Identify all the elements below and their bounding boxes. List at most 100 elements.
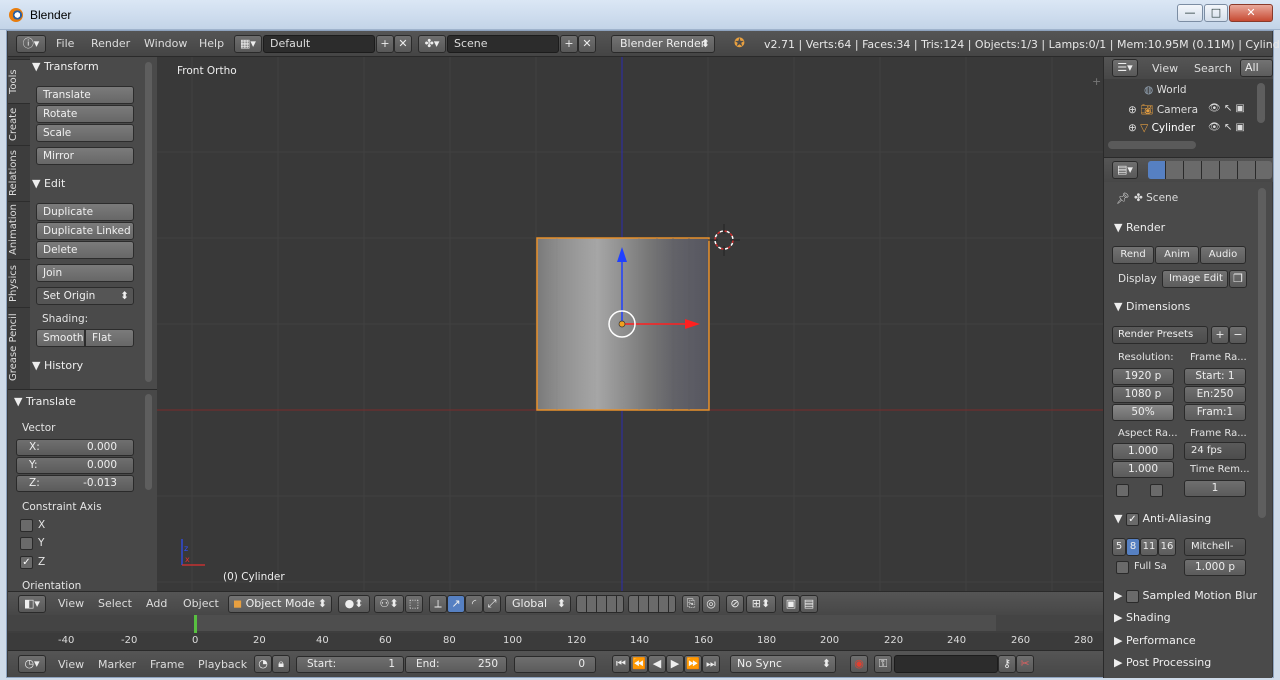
smooth-button[interactable]: Smooth bbox=[36, 329, 85, 347]
minimize-button[interactable]: — bbox=[1177, 4, 1203, 22]
outliner-scrollbar[interactable] bbox=[1257, 83, 1265, 123]
keying-set-icon[interactable]: ⚿ bbox=[874, 655, 892, 673]
motion-blur-checkbox[interactable] bbox=[1125, 589, 1139, 603]
render-opengl-icon[interactable]: ▣ bbox=[782, 595, 800, 613]
orientation-dropdown[interactable]: Global ⬍ bbox=[505, 595, 571, 613]
editor-type-info-icon[interactable]: ⓘ▾ bbox=[16, 35, 46, 53]
anti-aliasing-checkbox[interactable]: ✓ bbox=[1125, 512, 1139, 526]
jump-end-icon[interactable]: ⏭ bbox=[702, 655, 720, 673]
object-mode-dropdown[interactable]: ◼ Object Mode ⬍ bbox=[228, 595, 332, 613]
menu-outliner-view[interactable]: View bbox=[1152, 62, 1178, 75]
tab-create[interactable]: Create bbox=[8, 103, 30, 145]
play-reverse-icon[interactable]: ◀ bbox=[648, 655, 666, 673]
tab-tools[interactable]: Tools bbox=[8, 59, 30, 103]
menu-view[interactable]: View bbox=[58, 597, 84, 610]
vector-x-field[interactable]: X: 0.000 bbox=[16, 439, 134, 456]
remove-preset-icon[interactable]: − bbox=[1229, 326, 1247, 344]
next-keyframe-icon[interactable]: ⏩ bbox=[684, 655, 702, 673]
aspect-x-field[interactable]: 1.000 bbox=[1112, 443, 1174, 460]
tool-shelf-scrollbar[interactable] bbox=[145, 62, 152, 382]
layer-buttons-group-1[interactable] bbox=[576, 595, 624, 613]
aa-samples-5[interactable]: 5 bbox=[1112, 538, 1126, 556]
editor-type-3d-icon[interactable]: ◧▾ bbox=[18, 595, 46, 613]
use-preview-range-icon[interactable]: ◔ bbox=[254, 655, 272, 673]
tab-physics[interactable]: Physics bbox=[8, 259, 30, 307]
delete-button[interactable]: Delete bbox=[36, 241, 134, 259]
timeline[interactable]: -40 -20 0 20 40 60 80 100 120 140 160 18… bbox=[8, 615, 1103, 650]
current-frame-indicator[interactable] bbox=[194, 615, 197, 635]
menu-timeline-view[interactable]: View bbox=[58, 658, 84, 671]
remove-scene-icon[interactable]: ✕ bbox=[578, 35, 596, 53]
duplicate-button[interactable]: Duplicate bbox=[36, 203, 134, 221]
proportional-edit-icon[interactable]: ◎ bbox=[702, 595, 720, 613]
end-frame-field[interactable]: End: 250 bbox=[405, 656, 507, 673]
vector-z-field[interactable]: Z: -0.013 bbox=[16, 475, 134, 492]
menu-window[interactable]: Window bbox=[144, 37, 187, 50]
time-remap-field[interactable]: 1 bbox=[1184, 480, 1246, 497]
pin-icon[interactable]: 📌︎ bbox=[1116, 192, 1130, 205]
current-frame-field[interactable]: 0 bbox=[514, 656, 596, 673]
scene-field[interactable]: Scene bbox=[447, 35, 559, 53]
lock-camera-icon[interactable]: ⎘ bbox=[682, 595, 700, 613]
menu-outliner-search[interactable]: Search bbox=[1194, 62, 1232, 75]
insert-keyframe-icon[interactable]: ⚷ bbox=[998, 655, 1016, 673]
3d-cursor[interactable] bbox=[708, 224, 740, 256]
outliner-item-cylinder[interactable]: ⊕ ▽ Cylinder bbox=[1128, 122, 1195, 134]
camera-visibility-icons[interactable]: 👁︎ ↖ ▣ bbox=[1208, 103, 1245, 114]
frame-step-field[interactable]: Fram:1 bbox=[1184, 404, 1246, 421]
flat-button[interactable]: Flat bbox=[85, 329, 134, 347]
resolution-percent-slider[interactable]: 50% bbox=[1112, 404, 1174, 421]
menu-object[interactable]: Object bbox=[183, 597, 219, 610]
transform-panel-header[interactable]: ▼ Transform bbox=[32, 60, 99, 73]
duplicate-linked-button[interactable]: Duplicate Linked bbox=[36, 222, 134, 240]
screen-layout-icon[interactable]: ▦▾ bbox=[234, 35, 262, 53]
display-dropdown[interactable]: Image Edit bbox=[1162, 270, 1228, 288]
3d-viewport[interactable]: x z + Front Ortho (0) Cylinder bbox=[157, 57, 1103, 591]
outliner-item-camera[interactable]: ⊕ 📷︎ Camera bbox=[1128, 103, 1198, 116]
remove-layout-icon[interactable]: ✕ bbox=[394, 35, 412, 53]
join-button[interactable]: Join bbox=[36, 264, 134, 282]
frame-end-field[interactable]: En:250 bbox=[1184, 386, 1246, 403]
rotate-button[interactable]: Rotate bbox=[36, 105, 134, 123]
add-preset-icon[interactable]: + bbox=[1211, 326, 1229, 344]
post-processing-panel-header[interactable]: ▶ Post Processing bbox=[1114, 656, 1211, 669]
cylinder-visibility-icons[interactable]: 👁︎ ↖ ▣ bbox=[1208, 122, 1245, 133]
render-context-tab[interactable] bbox=[1148, 161, 1165, 179]
full-sample-checkbox[interactable] bbox=[1116, 561, 1129, 574]
maximize-button[interactable]: □ bbox=[1204, 4, 1228, 22]
constraint-z-checkbox[interactable]: ✓ bbox=[20, 556, 33, 569]
outliner-item-world[interactable]: ◍ World bbox=[1144, 84, 1187, 96]
resolution-y-field[interactable]: 1080 p bbox=[1112, 386, 1174, 403]
border-checkbox[interactable] bbox=[1116, 484, 1129, 497]
aa-samples-16[interactable]: 16 bbox=[1158, 538, 1176, 556]
aa-samples-11[interactable]: 11 bbox=[1140, 538, 1158, 556]
mirror-button[interactable]: Mirror bbox=[36, 147, 134, 165]
region-toggle-icon[interactable]: + bbox=[1092, 75, 1101, 88]
scale-button[interactable]: Scale bbox=[36, 124, 134, 142]
set-origin-dropdown[interactable]: Set Origin ⬍ bbox=[36, 287, 134, 305]
shading-panel-header[interactable]: ▶ Shading bbox=[1114, 611, 1171, 624]
fps-dropdown[interactable]: 24 fps bbox=[1184, 442, 1246, 460]
render-engine-dropdown[interactable]: Blender Render ⬍ bbox=[611, 35, 715, 53]
constraint-x-checkbox[interactable] bbox=[20, 519, 33, 532]
dimensions-panel-header[interactable]: ▼ Dimensions bbox=[1114, 300, 1190, 313]
crop-checkbox[interactable] bbox=[1150, 484, 1163, 497]
start-frame-field[interactable]: Start: 1 bbox=[296, 656, 404, 673]
render-presets-dropdown[interactable]: Render Presets bbox=[1112, 326, 1208, 344]
menu-select[interactable]: Select bbox=[98, 597, 132, 610]
translate-manipulator-icon[interactable]: ⟂ bbox=[429, 595, 447, 613]
add-scene-icon[interactable]: + bbox=[560, 35, 578, 53]
render-animation-button[interactable]: Anim bbox=[1155, 246, 1199, 264]
render-audio-button[interactable]: Audio bbox=[1200, 246, 1246, 264]
aspect-y-field[interactable]: 1.000 bbox=[1112, 461, 1174, 478]
filter-size-field[interactable]: 1.000 p bbox=[1184, 559, 1246, 576]
editor-type-properties-icon[interactable]: ▤▾ bbox=[1112, 161, 1138, 179]
display-mode-dropdown[interactable]: All Sc bbox=[1240, 59, 1273, 77]
edit-panel-header[interactable]: ▼ Edit bbox=[32, 177, 65, 190]
prev-keyframe-icon[interactable]: ⏪ bbox=[630, 655, 648, 673]
layout-field[interactable]: Default bbox=[263, 35, 375, 53]
display-fullscreen-icon[interactable]: ❐ bbox=[1229, 270, 1247, 288]
snap-icon[interactable]: ⊘ bbox=[726, 595, 744, 613]
history-panel-header[interactable]: ▼ History bbox=[32, 359, 83, 372]
menu-file[interactable]: File bbox=[56, 37, 74, 50]
